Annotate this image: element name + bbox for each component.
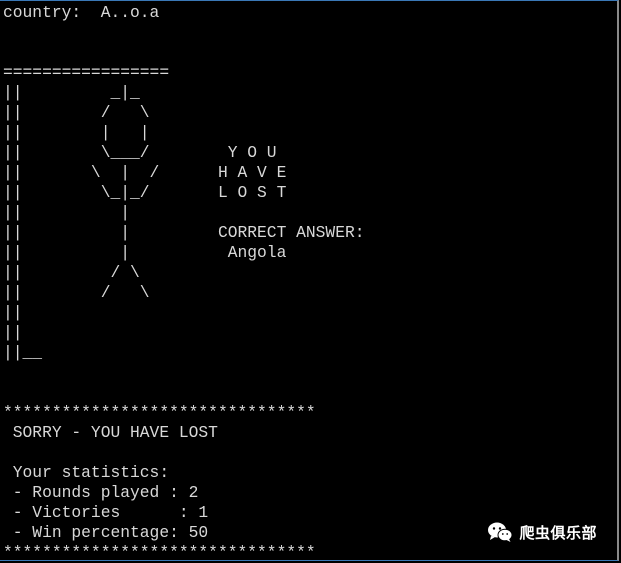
statistics-heading: Your statistics:: [3, 463, 170, 482]
gallows-post: ||: [3, 303, 23, 322]
hangman-art-line: || _|_: [3, 83, 140, 102]
hangman-art-line: || / \: [3, 283, 150, 302]
hangman-art-line-have: || \ | / H A V E: [3, 163, 287, 182]
hangman-art-line-lost: || \_|_/ L O S T: [3, 183, 287, 202]
hangman-art-line: || / \: [3, 103, 150, 122]
gallows-post: ||: [3, 323, 23, 342]
watermark: 爬虫俱乐部: [487, 521, 597, 543]
terminal-window[interactable]: country: A..o.a ================= || _|_…: [0, 0, 619, 562]
hangman-art-line: || |: [3, 203, 131, 222]
stat-rounds-played: - Rounds played : 2: [3, 483, 199, 502]
separator-top: ********************************: [3, 403, 316, 422]
separator-bottom: ********************************: [3, 543, 316, 562]
hangman-art-line: || / \: [3, 263, 140, 282]
hangman-art-line-correct-answer: || | Angola: [3, 243, 287, 262]
hangman-art-line: || | |: [3, 123, 150, 142]
result-message: SORRY - YOU HAVE LOST: [3, 423, 218, 442]
gallows-base: ||__: [3, 343, 43, 362]
hangman-art-line-you: || \___/ Y O U: [3, 143, 277, 162]
gallows-beam: =================: [3, 63, 170, 82]
terminal-line-country: country: A..o.a: [3, 3, 160, 22]
hangman-art-line-correct-answer-label: || | CORRECT ANSWER:: [3, 223, 365, 242]
stat-victories: - Victories : 1: [3, 503, 209, 522]
stat-win-percentage: - Win percentage: 50: [3, 523, 209, 542]
wechat-logo-icon: [488, 522, 513, 542]
watermark-text: 爬虫俱乐部: [519, 523, 597, 542]
